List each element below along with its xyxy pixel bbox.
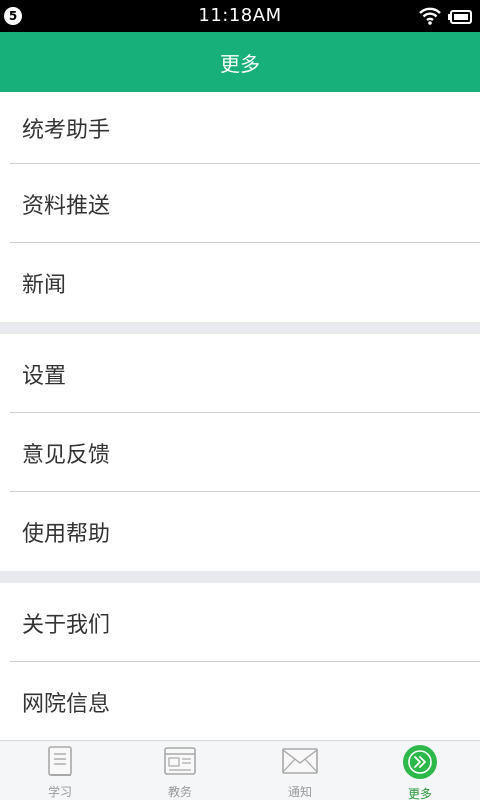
tab-label: 更多 (407, 787, 432, 800)
status-bar: 5 11:18AM (0, 0, 480, 32)
menu-item-school-info[interactable]: 网院信息 (0, 662, 480, 741)
wifi-icon (418, 6, 442, 30)
menu-item-news[interactable]: 新闻 (0, 243, 480, 322)
menu-item-label: 新闻 (22, 272, 67, 298)
tab-study[interactable]: 学习 (0, 741, 120, 800)
menu-item-feedback[interactable]: 意见反馈 (0, 413, 480, 492)
app-header: 更多 (0, 32, 480, 92)
menu-group-3: 关于我们 网院信息 (0, 583, 480, 741)
menu-group-2: 设置 意见反馈 使用帮助 (0, 334, 480, 571)
menu-list: 统考助手 资料推送 新闻 设置 意见反馈 使用帮助 关于我们 网院信息 (0, 92, 480, 741)
menu-item-label: 意见反馈 (22, 442, 111, 468)
menu-item-label: 设置 (22, 363, 67, 389)
envelope-icon (281, 745, 319, 777)
battery-icon (448, 9, 472, 28)
menu-item-exam-assistant[interactable]: 统考助手 (0, 92, 480, 164)
menu-item-settings[interactable]: 设置 (0, 334, 480, 413)
menu-item-label: 资料推送 (22, 193, 111, 219)
menu-item-label: 网院信息 (22, 691, 111, 717)
menu-item-material-push[interactable]: 资料推送 (0, 164, 480, 243)
more-icon (402, 745, 438, 779)
tab-notifications[interactable]: 通知 (240, 741, 360, 800)
menu-item-label: 统考助手 (22, 118, 111, 143)
status-time: 11:18AM (198, 5, 282, 26)
group-divider (0, 571, 480, 583)
newspaper-icon (163, 745, 197, 777)
menu-group-1: 统考助手 资料推送 新闻 (0, 92, 480, 322)
page-title: 更多 (220, 51, 260, 76)
tab-label: 学习 (47, 785, 72, 799)
bottom-tab-bar: 学习 教务 通知 更多 (0, 740, 480, 800)
menu-item-help[interactable]: 使用帮助 (0, 492, 480, 571)
tab-label: 通知 (287, 785, 312, 799)
menu-item-label: 使用帮助 (22, 521, 111, 547)
tab-more[interactable]: 更多 (360, 741, 480, 800)
group-divider (0, 322, 480, 334)
tab-label: 教务 (167, 785, 192, 799)
menu-item-label: 关于我们 (22, 612, 111, 638)
tab-academic-affairs[interactable]: 教务 (120, 741, 240, 800)
menu-item-about-us[interactable]: 关于我们 (0, 583, 480, 662)
book-icon (45, 745, 75, 777)
